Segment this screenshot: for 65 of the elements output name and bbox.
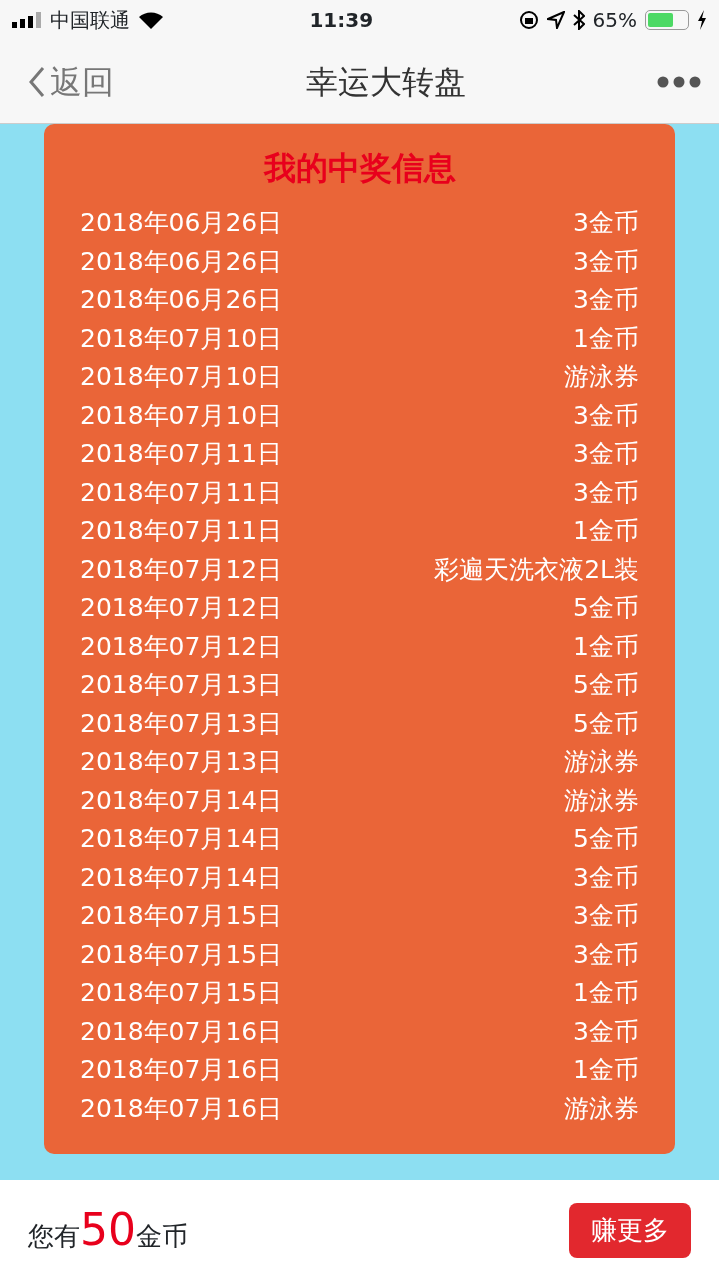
back-icon[interactable]	[28, 65, 46, 98]
signal-icon	[12, 12, 42, 28]
prize-name: 3金币	[573, 438, 639, 470]
prize-date: 2018年07月16日	[80, 1015, 283, 1048]
prize-date: 2018年07月12日	[80, 553, 283, 586]
prize-name: 3金币	[573, 399, 639, 432]
page-title: 幸运大转盘	[305, 61, 466, 103]
prize-name: 5金币	[573, 592, 639, 624]
prize-name: 3金币	[573, 938, 639, 971]
prize-name: 3金币	[573, 1015, 639, 1048]
prize-name: 5金币	[573, 823, 639, 855]
prize-name: 5金币	[573, 707, 639, 740]
prize-date: 2018年07月10日	[80, 361, 283, 393]
panel-title: 我的中奖信息	[262, 148, 457, 189]
battery-percent: 65%	[592, 7, 637, 34]
prize-name: 5金币	[573, 669, 639, 701]
prize-name: 游泳券	[564, 784, 639, 817]
prize-name: 1金币	[573, 515, 639, 547]
carrier-name: 中国联通	[50, 7, 130, 34]
prize-date: 2018年07月10日	[80, 399, 283, 432]
prize-name: 1金币	[573, 977, 639, 1009]
prize-date: 2018年07月16日	[80, 1054, 283, 1086]
prize-date: 2018年06月26日	[80, 245, 283, 278]
status-time: 11:39	[309, 7, 374, 34]
prize-name: 3金币	[573, 245, 639, 278]
prize-date: 2018年07月16日	[80, 1092, 283, 1125]
prize-date: 2018年06月26日	[80, 207, 283, 239]
prize-name: 游泳券	[564, 746, 639, 778]
prize-name: 1金币	[573, 1054, 639, 1086]
back-link[interactable]: 返回	[28, 57, 114, 106]
prize-name: 3金币	[573, 207, 639, 239]
prize-date: 2018年07月13日	[80, 669, 283, 701]
prize-name: 3金币	[573, 476, 639, 509]
prize-date: 2018年07月14日	[80, 823, 283, 855]
prize-date: 2018年07月11日	[80, 515, 283, 547]
prize-date: 2018年07月10日	[80, 322, 283, 355]
prize-name: 3金币	[573, 284, 639, 316]
more-icon[interactable]	[657, 75, 701, 88]
wifi-icon	[138, 11, 164, 29]
prize-name: 游泳券	[564, 361, 639, 393]
prize-date: 2018年07月13日	[80, 746, 283, 778]
charging-icon	[697, 10, 707, 30]
prize-name: 1金币	[573, 322, 639, 355]
prize-name: 彩遍天洗衣液2L装	[434, 553, 639, 586]
prize-name: 3金币	[573, 861, 639, 894]
prize-date: 2018年07月13日	[80, 707, 283, 740]
prize-name: 1金币	[573, 630, 639, 663]
prize-date: 2018年07月11日	[80, 476, 283, 509]
prize-date: 2018年07月12日	[80, 630, 283, 663]
prize-date: 2018年07月12日	[80, 592, 283, 624]
prize-date: 2018年07月14日	[80, 784, 283, 817]
prize-name: 3金币	[573, 900, 639, 932]
prize-date: 2018年07月14日	[80, 861, 283, 894]
prize-date: 2018年07月11日	[80, 438, 283, 470]
prize-date: 2018年06月26日	[80, 284, 283, 316]
prize-date: 2018年07月15日	[80, 977, 283, 1009]
coin-balance: 您有50金币	[28, 1203, 188, 1257]
rotation-lock-icon	[518, 10, 539, 30]
bluetooth-icon	[572, 10, 585, 30]
location-icon	[546, 11, 565, 29]
battery-icon	[645, 10, 689, 30]
prize-date: 2018年07月15日	[80, 900, 283, 932]
prize-name: 游泳券	[564, 1092, 639, 1125]
earn-more-button[interactable]: 赚更多	[569, 1202, 691, 1258]
prize-date: 2018年07月15日	[80, 938, 283, 971]
